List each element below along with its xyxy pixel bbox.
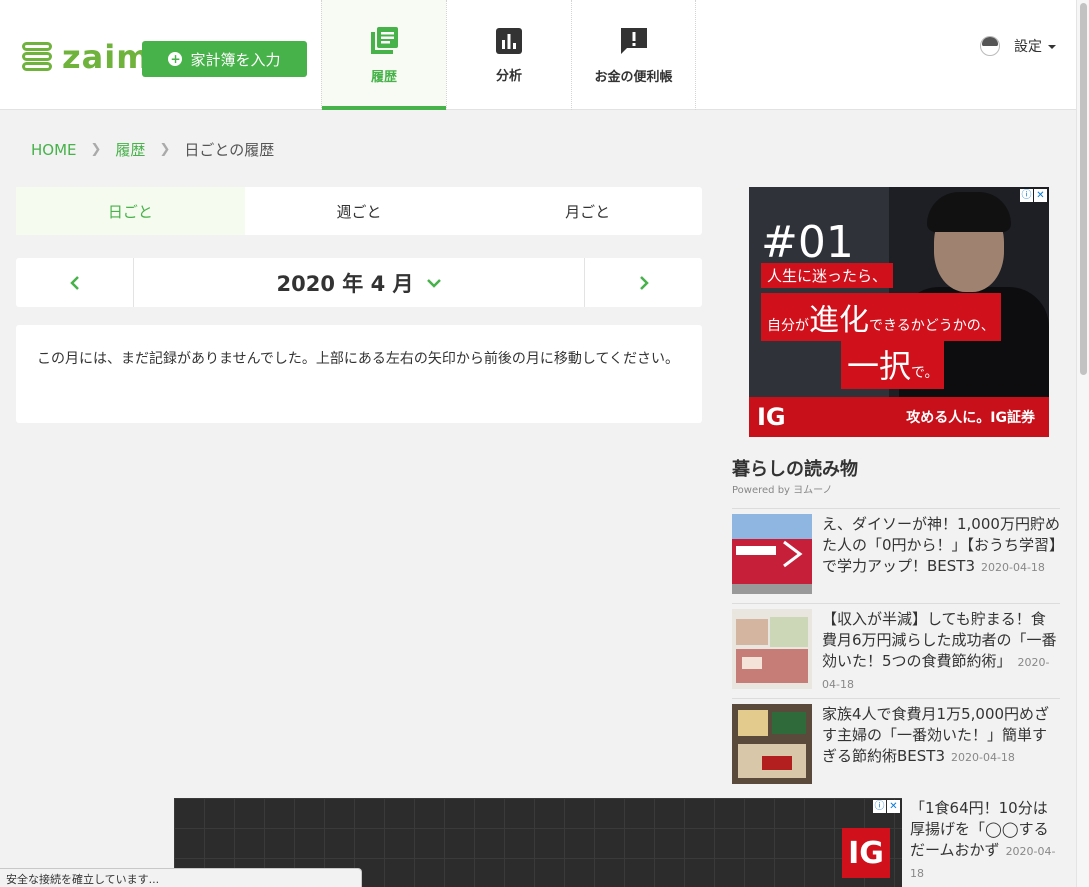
nav-money-guide-label: お金の便利帳 <box>594 69 673 85</box>
list-item[interactable]: 家族4人で食費月1万5,000円めざす主婦の「一番効いた！」簡単すぎる節約術BE… <box>732 698 1060 793</box>
tab-daily[interactable]: 日ごと <box>16 187 245 235</box>
history-book-icon <box>371 26 398 54</box>
main-nav: 履歴 分析 お金の便利帳 <box>321 0 696 110</box>
partial-list-item[interactable]: 「1食64円！10分は厚揚げを「◯◯するだームおかず 2020-04-18 <box>902 798 1060 887</box>
list-item[interactable]: 【収入が半減】しても貯まる！食費月6万円減らした成功者の「一番効いた！5つの食費… <box>732 603 1060 698</box>
tab-weekly[interactable]: 週ごと <box>245 187 474 235</box>
add-entry-label: 家計簿を入力 <box>190 50 281 69</box>
settings-label: 設定 <box>1014 36 1056 56</box>
article-date: 2020-04-18 <box>951 751 1015 764</box>
chevron-right-icon: ❯ <box>90 142 102 157</box>
month-dropdown[interactable]: 2020 年 4 月 <box>134 258 584 307</box>
article-text: え、ダイソーが神！1,000万円貯めた人の「0円から！」【おうち学習】で学力アッ… <box>822 515 1060 575</box>
reads-list: え、ダイソーが神！1,000万円貯めた人の「0円から！」【おうち学習】で学力アッ… <box>732 508 1060 793</box>
article-thumbnail <box>732 609 812 689</box>
ad-number: #01 <box>761 217 854 268</box>
chevron-right-icon: ❯ <box>159 142 171 157</box>
close-icon[interactable]: ✕ <box>887 800 900 813</box>
avatar-icon <box>980 36 1000 56</box>
close-icon[interactable]: ✕ <box>1034 189 1047 202</box>
article-thumbnail <box>732 704 812 784</box>
month-label: 2020 年 4 月 <box>276 271 414 296</box>
empty-notice: この月には、まだ記録がありませんでした。上部にある左右の矢印から前後の月に移動し… <box>16 325 702 423</box>
nav-history-label: 履歴 <box>370 69 397 85</box>
chevron-right-icon <box>639 275 649 290</box>
sidebar-ad-banner[interactable]: #01 人生に迷ったら、 自分が進化できるかどうかの、 一択で。 IG 攻める人… <box>749 187 1049 437</box>
ad-line1: 人生に迷ったら、 <box>761 263 894 288</box>
caret-down-icon <box>1048 45 1056 49</box>
month-selector: 2020 年 4 月 <box>16 258 702 307</box>
bar-chart-icon <box>496 27 522 54</box>
zaim-logo[interactable]: zaim <box>20 38 151 76</box>
ad-footer: IG 攻める人に。IG証券 <box>749 397 1049 437</box>
chevron-left-icon <box>69 275 79 290</box>
ig-logo: IG <box>757 403 786 431</box>
add-entry-button[interactable]: + 家計簿を入力 <box>142 41 307 77</box>
nav-history[interactable]: 履歴 <box>321 0 446 110</box>
scrollbar-thumb[interactable] <box>1080 3 1087 375</box>
browser-status-bar: 安全な接続を確立しています... <box>0 868 362 887</box>
ad-line3: 一択で。 <box>841 339 945 389</box>
nav-analysis-label: 分析 <box>495 68 522 84</box>
ad-footer-copy: 攻める人に。IG証券 <box>906 410 1035 426</box>
prev-month-button[interactable] <box>16 258 134 307</box>
breadcrumb: HOME ❯ 履歴 ❯ 日ごとの履歴 <box>31 139 274 160</box>
article-date: 2020-04-18 <box>981 561 1045 574</box>
article-text: 【収入が半減】しても貯まる！食費月6万円減らした成功者の「一番効いた！5つの食費… <box>822 610 1057 691</box>
page-scrollbar[interactable] <box>1076 0 1089 887</box>
alert-bubble-icon <box>620 27 647 54</box>
reads-title: 暮らしの読み物 <box>732 459 858 480</box>
reads-powered-by[interactable]: Powered by ヨムーノ <box>732 481 833 496</box>
article-thumbnail <box>732 514 812 594</box>
tab-monthly[interactable]: 月ごと <box>473 187 702 235</box>
ig-logo: IG <box>842 828 890 878</box>
list-item[interactable]: え、ダイソーが神！1,000万円貯めた人の「0円から！」【おうち学習】で学力アッ… <box>732 508 1060 603</box>
ad-line2: 自分が進化できるかどうかの、 <box>761 293 1001 341</box>
article-text: 家族4人で食費月1万5,000円めざす主婦の「一番効いた！」簡単すぎる節約術BE… <box>822 705 1050 765</box>
ad-info-icon[interactable]: ⓘ <box>1020 189 1033 202</box>
ad-choices-badge[interactable]: ⓘ ✕ <box>1020 189 1047 202</box>
next-month-button[interactable] <box>584 258 702 307</box>
ad-info-icon[interactable]: ⓘ <box>873 800 886 813</box>
logo-text: zaim <box>62 38 151 76</box>
empty-notice-text: この月には、まだ記録がありませんでした。上部にある左右の矢印から前後の月に移動し… <box>37 351 680 367</box>
ad-choices-badge[interactable]: ⓘ ✕ <box>873 800 900 813</box>
period-tabs: 日ごと 週ごと 月ごと <box>16 187 702 235</box>
breadcrumb-history[interactable]: 履歴 <box>115 139 145 160</box>
chevron-down-icon <box>426 278 441 288</box>
ad-figure-hair <box>927 192 1011 232</box>
breadcrumb-home[interactable]: HOME <box>31 141 77 159</box>
plus-circle-icon: + <box>168 52 183 66</box>
nav-analysis[interactable]: 分析 <box>446 0 571 110</box>
coin-stack-icon <box>20 40 54 74</box>
header: zaim + 家計簿を入力 履歴 分析 お金の便利帳 設定 <box>0 0 1076 110</box>
nav-money-guide[interactable]: お金の便利帳 <box>571 0 696 110</box>
user-settings-menu[interactable]: 設定 <box>980 36 1056 56</box>
breadcrumb-current: 日ごとの履歴 <box>184 141 275 159</box>
